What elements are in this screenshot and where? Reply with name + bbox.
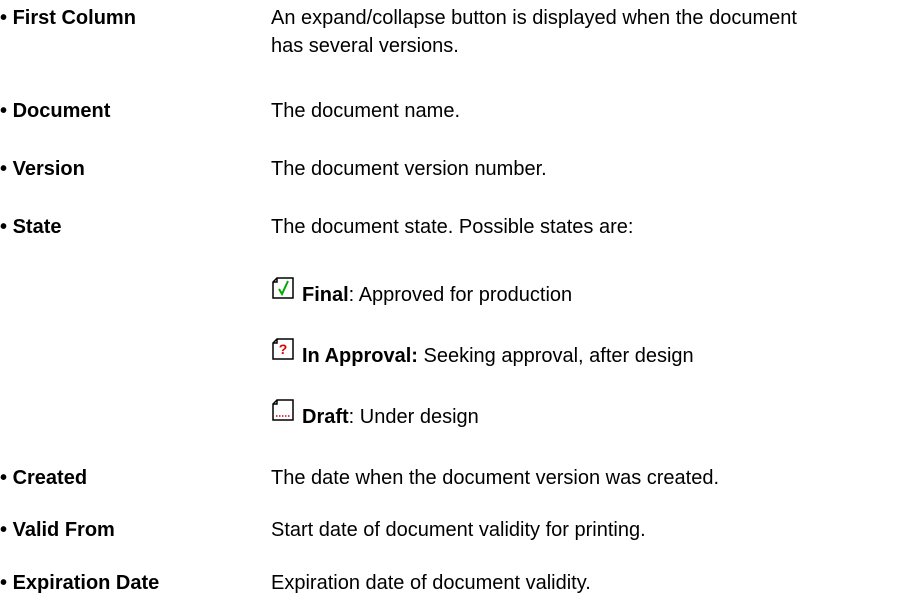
term-first-column: • First Column (0, 7, 136, 29)
term-version: • Version (0, 158, 85, 180)
term-state: • State (0, 216, 62, 238)
state-name-in-approval: In Approval: (302, 345, 418, 367)
desc-expiration-date: Expiration date of document validity. (271, 572, 591, 594)
draft-dotted-icon (272, 399, 294, 421)
approval-question-icon: ? (272, 338, 294, 360)
page: { "bullet": "•", "rows": { "first_column… (0, 0, 900, 599)
state-name-draft: Draft (302, 406, 349, 428)
state-desc-final: Approved for production (358, 284, 573, 306)
desc-created: The date when the document version was c… (271, 467, 720, 489)
desc-state: The document state. Possible states are: (271, 216, 634, 238)
term-document: • Document (0, 100, 111, 122)
term-expiration-date: • Expiration Date (0, 572, 160, 594)
term-created: • Created (0, 467, 88, 489)
svg-text:?: ? (279, 341, 288, 357)
state-desc-draft: Under design (359, 406, 479, 428)
desc-version: The document version number. (271, 158, 547, 180)
desc-document: The document name. (271, 100, 460, 122)
state-desc-in-approval: Seeking approval, after design (423, 345, 694, 367)
final-check-icon (272, 277, 294, 299)
term-valid-from: • Valid From (0, 519, 115, 541)
desc-valid-from: Start date of document validity for prin… (271, 519, 646, 541)
state-name-final: Final (302, 284, 349, 306)
